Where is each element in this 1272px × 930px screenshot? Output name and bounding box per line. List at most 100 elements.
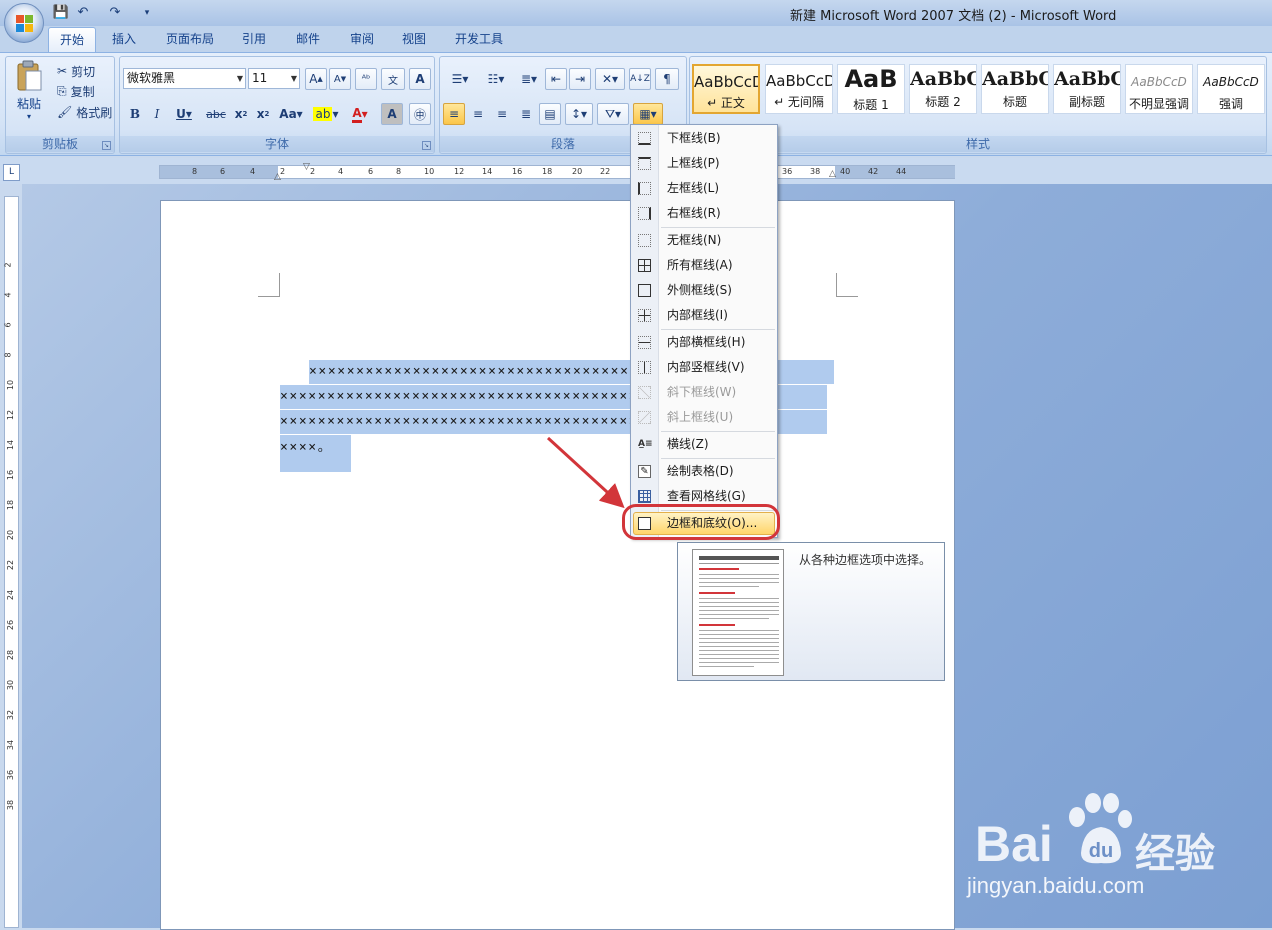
sort-icon[interactable]: A↓Z: [629, 68, 651, 90]
italic-icon[interactable]: I: [147, 103, 167, 125]
selected-text-line[interactable]: ××××。: [280, 435, 351, 472]
shrink-font-icon[interactable]: A ▼: [329, 68, 351, 90]
increase-indent-icon[interactable]: ⇥: [569, 68, 591, 90]
font-color-icon[interactable]: A ▾: [345, 103, 375, 125]
tab-home[interactable]: 开始: [48, 27, 96, 52]
menu-item-top-border[interactable]: 上框线(P): [631, 151, 777, 176]
multilevel-list-icon[interactable]: ≣▾: [515, 68, 543, 90]
highlight-color-icon[interactable]: ab ▾: [309, 103, 343, 125]
svg-text:du: du: [1089, 840, 1113, 862]
ruler-number: 44: [896, 167, 907, 176]
clipboard-launcher-icon[interactable]: ↘: [102, 141, 111, 150]
menu-item-horizontal-line[interactable]: A̲≡ 横线(Z): [631, 432, 777, 457]
tab-mailings[interactable]: 邮件: [288, 27, 328, 52]
scissors-icon: ✂: [57, 64, 68, 78]
chevron-down-icon[interactable]: ▼: [291, 69, 297, 88]
font-size-value: 11: [252, 71, 268, 85]
menu-item-bottom-border[interactable]: 下框线(B): [631, 126, 777, 151]
style-preview: AaBbCcD: [766, 72, 833, 90]
decrease-indent-icon[interactable]: ⇤: [545, 68, 567, 90]
copy-icon: ⎘: [57, 83, 67, 98]
tab-view[interactable]: 视图: [394, 27, 434, 52]
borders-button[interactable]: ▦▾: [633, 103, 663, 125]
character-shading-icon[interactable]: A: [381, 103, 403, 125]
menu-item-no-border[interactable]: 无框线(N): [631, 228, 777, 253]
tab-developer[interactable]: 开发工具: [446, 27, 512, 52]
style-title[interactable]: AaBbC 标题: [981, 64, 1049, 114]
style-subtle-emphasis[interactable]: AaBbCcD 不明显强调: [1125, 64, 1193, 114]
change-case-icon[interactable]: Aa▾: [275, 103, 307, 125]
style-subtitle[interactable]: AaBbC 副标题: [1053, 64, 1121, 114]
align-center-icon[interactable]: ≡: [467, 103, 489, 125]
format-painter-button[interactable]: 🖌 格式刷: [52, 101, 114, 123]
tab-references[interactable]: 引用: [234, 27, 274, 52]
menu-item-outside-borders[interactable]: 外侧框线(S): [631, 278, 777, 303]
tab-insert[interactable]: 插入: [104, 27, 144, 52]
style-name: 标题: [1002, 95, 1027, 109]
style-emphasis[interactable]: AaBbCcD 强调: [1197, 64, 1265, 114]
watermark-suffix: 经验: [1135, 831, 1215, 877]
draw-table-icon: ✎: [638, 465, 651, 478]
menu-item-inside-vertical-border[interactable]: 内部竖框线(V): [631, 355, 777, 380]
justify-icon[interactable]: ≣: [515, 103, 537, 125]
subscript-icon[interactable]: x2: [231, 103, 251, 125]
bullets-icon[interactable]: ☰▾: [443, 68, 477, 90]
numbering-icon[interactable]: ☷▾: [479, 68, 513, 90]
customize-icon[interactable]: ▾: [138, 4, 156, 22]
undo-icon[interactable]: ↶: [74, 4, 92, 22]
save-icon[interactable]: 💾: [52, 4, 70, 22]
menu-item-inside-borders[interactable]: 内部框线(I): [631, 303, 777, 328]
font-launcher-icon[interactable]: ↘: [422, 141, 431, 150]
character-border-icon[interactable]: A: [409, 68, 431, 90]
bold-icon[interactable]: B: [125, 103, 145, 125]
office-button[interactable]: [4, 3, 44, 43]
redo-icon[interactable]: ↷: [106, 4, 124, 22]
style-normal[interactable]: AaBbCcD ↵ 正文: [692, 64, 760, 114]
underline-icon[interactable]: U▾: [169, 103, 199, 125]
style-heading-2[interactable]: AaBbC 标题 2: [909, 64, 977, 114]
align-left-icon[interactable]: ≡: [443, 103, 465, 125]
paste-dropdown-icon[interactable]: ▾: [12, 112, 46, 121]
right-indent-marker[interactable]: △: [829, 169, 839, 179]
chevron-down-icon[interactable]: ▼: [237, 69, 243, 88]
menu-item-draw-table[interactable]: ✎ 绘制表格(D): [631, 459, 777, 484]
menu-item-left-border[interactable]: 左框线(L): [631, 176, 777, 201]
superscript-icon[interactable]: x2: [253, 103, 273, 125]
enclose-characters-icon[interactable]: ㊥: [409, 103, 431, 125]
cut-button[interactable]: ✂ 剪切: [52, 60, 114, 82]
clipboard-group-label: 剪贴板: [6, 136, 114, 152]
menu-item-right-border[interactable]: 右框线(R): [631, 201, 777, 226]
inside-borders-icon: [638, 309, 651, 322]
ruler-number: 20: [572, 167, 583, 176]
line-spacing-icon[interactable]: ↕▾: [565, 103, 593, 125]
style-no-spacing[interactable]: AaBbCcD ↵ 无间隔: [765, 64, 833, 114]
distributed-icon[interactable]: ▤: [539, 103, 561, 125]
vertical-ruler[interactable]: 2 4 6 8 10 12 14 16 18 20 22 24 26 28 30 32 34 36 38: [4, 196, 19, 928]
style-preview: AaBbCcD: [694, 73, 760, 91]
inside-vertical-border-icon: [638, 361, 651, 374]
show-formatting-marks-icon[interactable]: ¶: [655, 68, 679, 90]
paste-button[interactable]: 粘贴 ▾: [12, 60, 46, 128]
clear-formatting-icon[interactable]: ᴬᵇ: [355, 68, 377, 90]
tab-selector-icon[interactable]: L: [3, 164, 20, 181]
style-heading-1[interactable]: AaB 标题 1: [837, 64, 905, 114]
tab-review[interactable]: 审阅: [342, 27, 382, 52]
shading-icon[interactable]: ⛛▾: [597, 103, 629, 125]
ruler-number: 8: [396, 167, 402, 176]
grow-font-icon[interactable]: A ▲: [305, 68, 327, 90]
menu-item-all-borders[interactable]: 所有框线(A): [631, 253, 777, 278]
strikethrough-icon[interactable]: abc: [203, 103, 229, 125]
tab-page-layout[interactable]: 页面布局: [158, 27, 222, 52]
menu-item-inside-horizontal-border[interactable]: 内部横框线(H): [631, 330, 777, 355]
ruler-number: 24: [6, 589, 16, 601]
copy-button[interactable]: ⎘ 复制: [52, 80, 114, 102]
annotation-arrow-icon: [546, 436, 625, 509]
first-line-indent-marker[interactable]: ▽: [303, 162, 313, 172]
chinese-layout-icon[interactable]: ✕▾: [595, 68, 625, 90]
left-indent-marker[interactable]: △: [274, 172, 284, 182]
font-size-combo[interactable]: 11 ▼: [248, 68, 300, 89]
align-right-icon[interactable]: ≡: [491, 103, 513, 125]
phonetic-guide-icon[interactable]: 文: [381, 68, 405, 90]
font-name-combo[interactable]: 微软雅黑 ▼: [123, 68, 246, 89]
font-group-label: 字体: [120, 136, 434, 152]
